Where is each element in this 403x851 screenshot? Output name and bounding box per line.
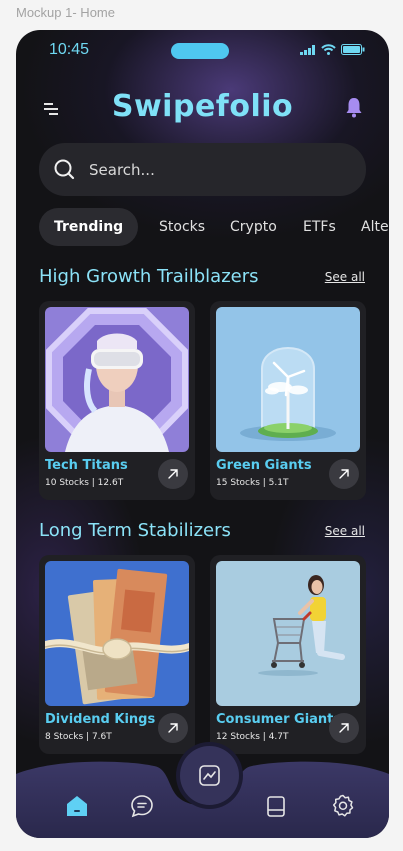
tab-crypto[interactable]: Crypto: [230, 208, 277, 246]
tab-trending[interactable]: Trending: [39, 208, 139, 246]
category-tabs: Trending Stocks Crypto ETFs Alte: [39, 208, 389, 246]
settings-icon: [332, 794, 354, 817]
arrow-up-right-icon: [168, 469, 178, 479]
section-title: Long Term Stabilizers: [39, 520, 231, 541]
portfolio-fab-button[interactable]: [180, 746, 239, 805]
dynamic-island: [171, 43, 229, 59]
chat-tab[interactable]: [129, 793, 155, 819]
search-input[interactable]: [89, 159, 319, 181]
card-meta: 10 Stocks | 12.6T: [45, 478, 124, 488]
portfolio-chart-icon: [199, 765, 220, 786]
collection-card-tech-titans[interactable]: Tech Titans 10 Stocks | 12.6T: [39, 301, 195, 500]
arrow-up-right-icon: [168, 723, 178, 733]
app-header: Swipefolio: [16, 88, 389, 128]
open-collection-button[interactable]: [158, 713, 188, 743]
arrow-up-right-icon: [339, 723, 349, 733]
green-giants-image: [216, 307, 360, 452]
status-time: 10:45: [49, 41, 90, 58]
signal-icon: [300, 44, 315, 55]
status-bar: 10:45: [16, 30, 389, 70]
tab-alternatives[interactable]: Alte: [361, 208, 389, 246]
tech-titans-image: [45, 307, 189, 452]
search-bar[interactable]: [39, 143, 366, 196]
chat-icon: [131, 795, 153, 818]
tab-stocks[interactable]: Stocks: [159, 208, 205, 246]
arrow-up-right-icon: [339, 469, 349, 479]
consumer-giants-image: [216, 561, 360, 706]
open-collection-button[interactable]: [329, 713, 359, 743]
section-title: High Growth Trailblazers: [39, 266, 259, 287]
phone-screen: 10:45 Swipefolio Search... Trending Stoc…: [16, 30, 389, 838]
wifi-icon: [321, 44, 336, 55]
library-tab[interactable]: [263, 793, 289, 819]
card-meta: 15 Stocks | 5.1T: [216, 478, 289, 488]
book-icon: [267, 796, 285, 817]
status-icons: [300, 44, 365, 55]
collection-card-green-giants[interactable]: Green Giants 15 Stocks | 5.1T: [210, 301, 366, 500]
bell-icon[interactable]: [345, 96, 363, 118]
open-collection-button[interactable]: [158, 459, 188, 489]
see-all-link[interactable]: See all: [325, 524, 365, 538]
collection-card-dividend-kings[interactable]: Dividend Kings 8 Stocks | 7.6T: [39, 555, 195, 754]
home-tab[interactable]: [64, 793, 90, 819]
tab-etfs[interactable]: ETFs: [303, 208, 336, 246]
card-title: Consumer Giants: [216, 712, 342, 727]
card-title: Dividend Kings: [45, 712, 156, 727]
battery-icon: [341, 44, 365, 55]
home-icon: [67, 796, 87, 816]
dividend-kings-image: [45, 561, 189, 706]
app-title: Swipefolio: [111, 89, 294, 124]
open-collection-button[interactable]: [329, 459, 359, 489]
collection-card-consumer-giants[interactable]: Consumer Giants 12 Stocks | 4.7T: [210, 555, 366, 754]
settings-tab[interactable]: [330, 793, 356, 819]
search-icon: [54, 159, 75, 180]
see-all-link[interactable]: See all: [325, 270, 365, 284]
frame-label: Mockup 1- Home: [16, 5, 115, 20]
card-meta: 12 Stocks | 4.7T: [216, 732, 289, 742]
card-title: Tech Titans: [45, 458, 128, 473]
card-title: Green Giants: [216, 458, 312, 473]
card-meta: 8 Stocks | 7.6T: [45, 732, 112, 742]
